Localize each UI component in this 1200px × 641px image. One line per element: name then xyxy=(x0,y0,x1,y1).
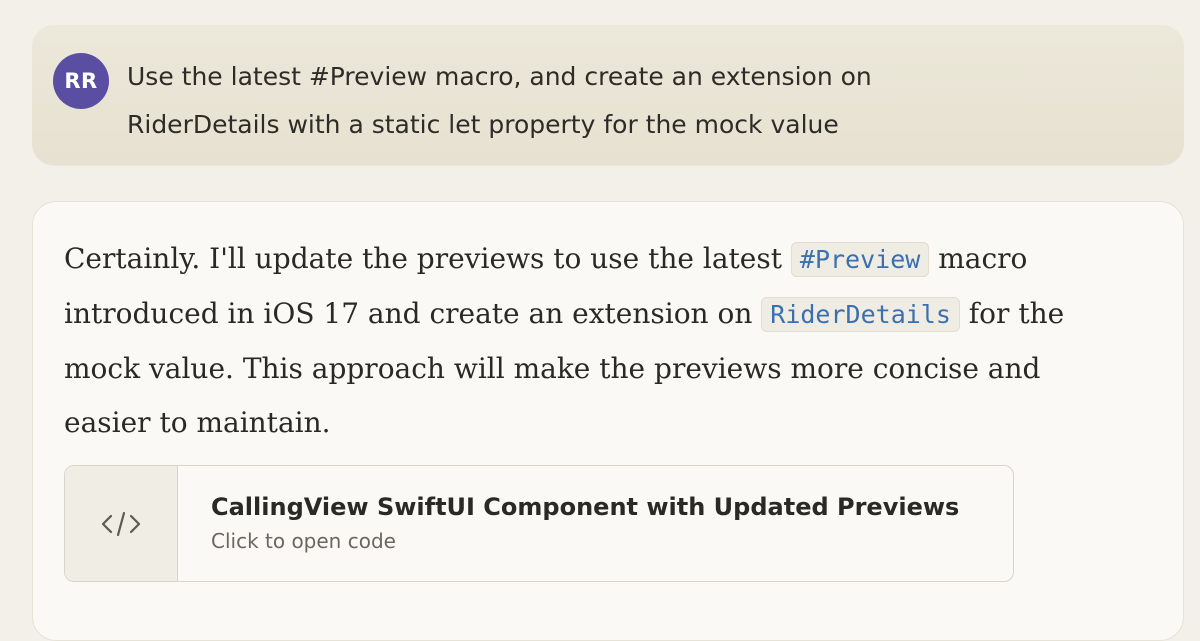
artifact-title: CallingView SwiftUI Component with Updat… xyxy=(211,493,960,521)
user-message-text: Use the latest #Preview macro, and creat… xyxy=(127,53,1127,149)
user-message-line-2: RiderDetails with a static let property … xyxy=(127,110,839,139)
artifact-icon-box xyxy=(65,466,178,581)
assistant-text-segment-1: Certainly. I'll update the previews to u… xyxy=(64,242,791,275)
artifact-info: CallingView SwiftUI Component with Updat… xyxy=(178,466,959,581)
inline-code-preview: #Preview xyxy=(790,242,930,277)
artifact-card[interactable]: CallingView SwiftUI Component with Updat… xyxy=(64,465,1014,582)
inline-code-riderdetails: RiderDetails xyxy=(761,297,960,332)
assistant-message-text: Certainly. I'll update the previews to u… xyxy=(64,232,1084,450)
assistant-message: Certainly. I'll update the previews to u… xyxy=(32,201,1184,641)
artifact-subtitle: Click to open code xyxy=(211,529,396,553)
user-avatar[interactable]: RR xyxy=(53,53,109,109)
user-message-line-1: Use the latest #Preview macro, and creat… xyxy=(127,62,872,91)
code-brackets-icon xyxy=(101,511,141,536)
user-message: RR Use the latest #Preview macro, and cr… xyxy=(32,25,1184,165)
